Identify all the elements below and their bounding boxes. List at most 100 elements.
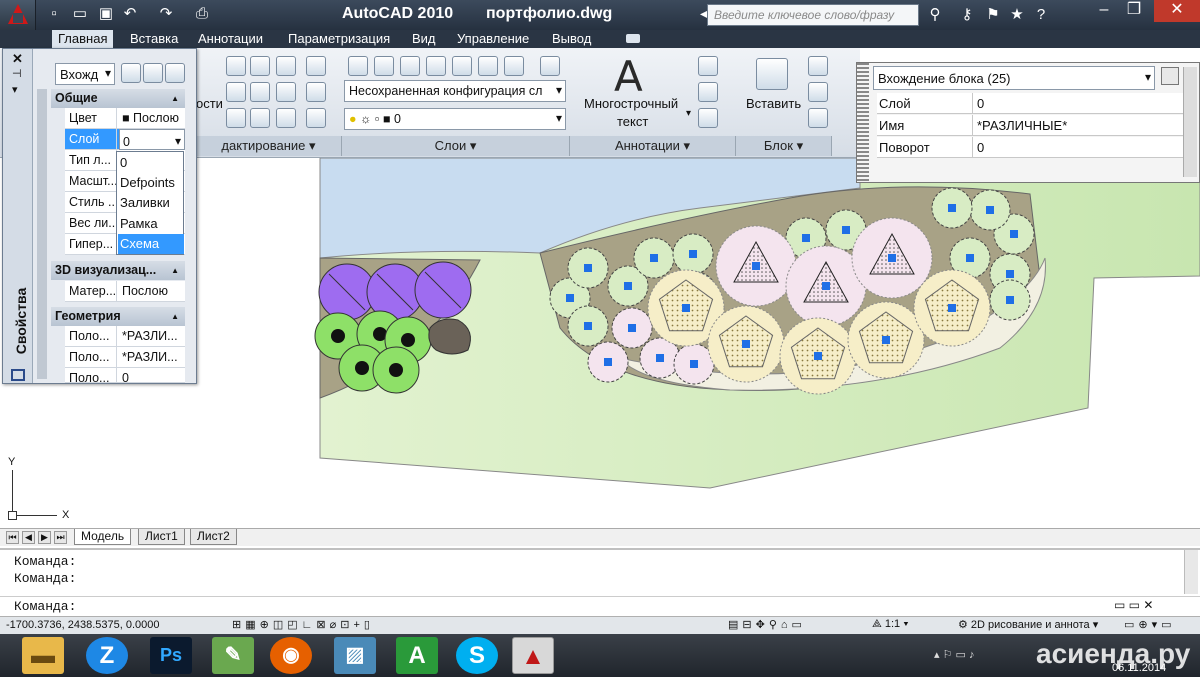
tray-icons[interactable]: ▴ ⚐ ▭ ♪ [934, 648, 974, 661]
block-insertion-marker[interactable] [1006, 270, 1014, 278]
block-row-layer[interactable]: Слой 0 [877, 93, 1183, 114]
last-tab-icon[interactable]: ⏭ [54, 531, 67, 544]
block-insertion-marker[interactable] [802, 234, 810, 242]
layer-option[interactable]: Рамка [118, 214, 184, 234]
shrub-center-mark[interactable] [355, 361, 369, 375]
block-insertion-marker[interactable] [584, 264, 592, 272]
layer-option[interactable]: Defpoints [118, 173, 184, 193]
insert-label[interactable]: Вставить [746, 96, 801, 111]
section-geometry[interactable]: Геометрия [51, 307, 185, 326]
block-insertion-marker[interactable] [966, 254, 974, 262]
block-insertion-marker[interactable] [624, 282, 632, 290]
mtext-icon[interactable]: A [614, 52, 643, 101]
tab-layout1[interactable]: Лист1 [138, 529, 185, 545]
print-icon[interactable]: ⎙ [192, 4, 212, 24]
command-window[interactable]: Команда: Команда: Команда: ▭ ▭ ✕ [0, 548, 1200, 616]
quick-select-icon[interactable] [165, 63, 185, 83]
create-block-icon[interactable] [808, 56, 828, 76]
block-insertion-marker[interactable] [752, 262, 760, 270]
block-row-rotation[interactable]: Поворот 0 [877, 137, 1183, 158]
scale-icon[interactable] [250, 108, 270, 128]
block-row-name[interactable]: Имя *РАЗЛИЧНЫЕ* [877, 115, 1183, 136]
autocad-architecture-icon[interactable]: A [396, 637, 438, 674]
tab-layout2[interactable]: Лист2 [190, 529, 237, 545]
quick-properties-panel[interactable]: Вхождение блока (25) Слой0 Имя*РАЗЛИЧНЫЕ… [856, 62, 1200, 183]
block-insertion-marker[interactable] [888, 254, 896, 262]
prop-row-position-x[interactable]: Поло... *РАЗЛИ... [65, 326, 185, 347]
shrub-center-mark[interactable] [389, 363, 403, 377]
section-modify[interactable]: дактирование ▾ [196, 136, 342, 156]
select-objects-icon[interactable] [143, 63, 163, 83]
attribute-icon[interactable] [808, 108, 828, 128]
zona-icon[interactable]: Z [86, 637, 128, 674]
block-insertion-marker[interactable] [742, 340, 750, 348]
block-insertion-marker[interactable] [628, 324, 636, 332]
linear-dimension-icon[interactable] [698, 56, 718, 76]
layer-dropdown-list[interactable]: 0 Defpoints Заливки Рамка Схема [116, 151, 184, 255]
tab-manage[interactable]: Управление [451, 30, 535, 48]
section-general[interactable]: Общие [51, 89, 185, 108]
mtext-label-line2[interactable]: текст [617, 114, 648, 129]
prev-tab-icon[interactable]: ◀ [22, 531, 35, 544]
photoshop-icon[interactable]: Ps [150, 637, 192, 674]
block-insertion-marker[interactable] [822, 282, 830, 290]
workspace-switcher[interactable]: ⚙ 2D рисование и аннота ▾ [958, 618, 1118, 631]
layer-option[interactable]: Заливки [118, 193, 184, 213]
binoculars-icon[interactable]: ⚲ [924, 4, 946, 26]
application-menu-button[interactable] [0, 0, 36, 32]
block-insertion-marker[interactable] [986, 206, 994, 214]
key-icon[interactable]: ⚷ [956, 4, 978, 26]
maximize-button[interactable]: ❐ [1114, 0, 1154, 22]
explode-icon[interactable] [306, 82, 326, 102]
redo-icon[interactable]: ↷ [156, 4, 176, 24]
command-prompt[interactable]: Команда: [14, 599, 76, 614]
block-insertion-marker[interactable] [689, 250, 697, 258]
first-tab-icon[interactable]: ⏮ [6, 531, 19, 544]
palette-autohide-icon[interactable]: ⊣ [12, 67, 22, 80]
tab-model[interactable]: Модель [74, 529, 132, 545]
block-insertion-marker[interactable] [656, 354, 664, 362]
ribbon-minimize-button[interactable] [626, 34, 640, 43]
close-button[interactable]: ✕ [1154, 0, 1200, 22]
skype-icon[interactable]: S [456, 637, 498, 674]
rotate-icon[interactable] [250, 56, 270, 76]
shrub-center-mark[interactable] [401, 333, 415, 347]
boulder-shape[interactable] [428, 318, 471, 355]
block-insertion-marker[interactable] [814, 352, 822, 360]
object-type-select[interactable]: Вхожд [55, 63, 115, 85]
stretch-icon[interactable] [226, 108, 246, 128]
fillet-icon[interactable] [276, 82, 296, 102]
block-insertion-marker[interactable] [1010, 230, 1018, 238]
insert-block-icon[interactable] [756, 58, 788, 90]
block-insertion-marker[interactable] [842, 226, 850, 234]
layer-option-selected[interactable]: Схема [118, 234, 184, 254]
section-annotations[interactable]: Аннотации ▾ [570, 136, 736, 156]
status-tray-icons[interactable]: ▭⊕▾▭ [1124, 618, 1176, 631]
block-insertion-marker[interactable] [650, 254, 658, 262]
layer-freeze-icon[interactable] [452, 56, 472, 76]
layer-select[interactable]: 0 [119, 129, 185, 150]
layer-match-icon[interactable] [504, 56, 524, 76]
firefox-icon[interactable]: ◉ [270, 637, 312, 674]
shrub-center-mark[interactable] [331, 329, 345, 343]
prop-row-material[interactable]: Матер... Послою [65, 281, 185, 302]
section-3d-visualization[interactable]: 3D визуализац... [51, 261, 185, 280]
array-grid-icon[interactable] [276, 108, 296, 128]
layer-lock-icon[interactable] [478, 56, 498, 76]
tab-view[interactable]: Вид [406, 30, 442, 48]
command-window-controls[interactable]: ▭ ▭ ✕ [1114, 598, 1153, 612]
section-layers[interactable]: Слои ▾ [342, 136, 570, 156]
palette-options-icon[interactable]: ▾ [12, 83, 18, 96]
block-insertion-marker[interactable] [566, 294, 574, 302]
layer-option[interactable]: 0 [118, 153, 184, 173]
block-insertion-marker[interactable] [604, 358, 612, 366]
block-selection-select[interactable]: Вхождение блока (25) [873, 66, 1155, 90]
copy-icon[interactable] [226, 82, 246, 102]
file-explorer-icon[interactable]: ▬ [22, 637, 64, 674]
leader-icon[interactable] [698, 82, 718, 102]
block-insertion-marker[interactable] [690, 360, 698, 368]
save-icon[interactable]: ▣ [96, 4, 116, 24]
mtext-dropdown-icon[interactable]: ▾ [686, 108, 691, 119]
offset-icon[interactable] [306, 108, 326, 128]
block-insertion-marker[interactable] [948, 204, 956, 212]
